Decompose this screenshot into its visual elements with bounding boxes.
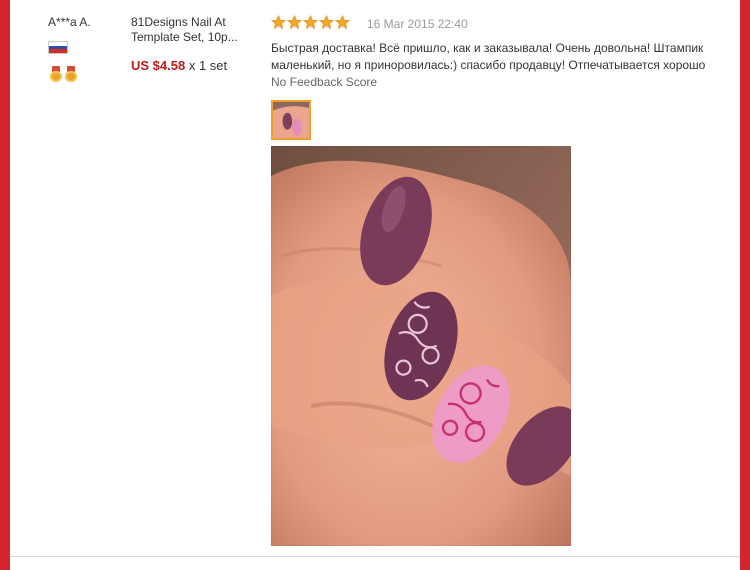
product-quantity: x 1 set bbox=[188, 58, 228, 73]
review-photo-large[interactable] bbox=[271, 146, 571, 546]
star-icon bbox=[319, 15, 334, 30]
nail-photo-image bbox=[271, 146, 571, 546]
gold-medal-icon bbox=[50, 66, 62, 82]
rating-stars bbox=[271, 15, 350, 30]
review-photo-thumbnail[interactable] bbox=[271, 100, 311, 140]
page-frame-left bbox=[0, 0, 10, 570]
russia-flag-icon bbox=[48, 41, 68, 54]
product-price: US $4.58 bbox=[131, 58, 186, 73]
buyer-name[interactable]: A***a A. bbox=[48, 15, 91, 29]
review-text: Быстрая доставка! Всё пришло, как и зака… bbox=[271, 41, 706, 72]
gold-medal-icon bbox=[65, 66, 77, 82]
star-icon bbox=[287, 15, 302, 30]
product-title-link[interactable]: 81Designs Nail At Template Set, 10p... bbox=[131, 15, 256, 45]
buyer-medals bbox=[50, 66, 77, 82]
feedback-score: No Feedback Score bbox=[271, 75, 378, 89]
star-icon bbox=[335, 15, 350, 30]
page-frame-right bbox=[740, 0, 750, 570]
price-line: US $4.58 x 1 set bbox=[131, 58, 227, 73]
nail-photo-thumb-image bbox=[273, 102, 309, 138]
row-divider bbox=[10, 556, 740, 557]
review-date: 16 Mar 2015 22:40 bbox=[367, 17, 468, 31]
star-icon bbox=[303, 15, 318, 30]
star-icon bbox=[271, 15, 286, 30]
